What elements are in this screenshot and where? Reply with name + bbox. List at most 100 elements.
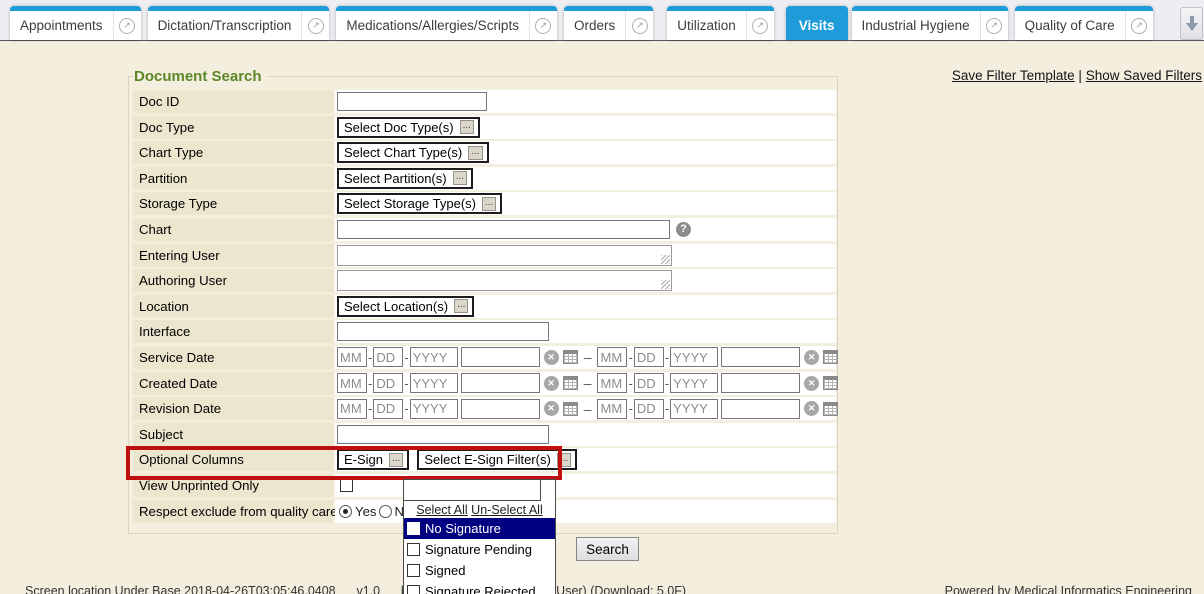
tab-scroll-down-button[interactable] <box>1180 7 1203 40</box>
range-separator: – <box>584 401 592 417</box>
clear-icon[interactable]: ✕ <box>544 401 559 416</box>
tab-popup-button[interactable]: ↗ <box>1125 11 1153 40</box>
view-unprinted-only-checkbox[interactable] <box>340 479 353 492</box>
option-checkbox[interactable] <box>407 564 420 577</box>
search-button[interactable]: Search <box>576 537 639 561</box>
revision-date-from-input[interactable] <box>461 399 540 419</box>
calendar-icon[interactable] <box>563 350 578 364</box>
date-separator: - <box>628 376 632 391</box>
row-entering-user: Entering User <box>133 244 837 267</box>
field-label: Partition <box>133 167 333 190</box>
created-date-from-year-input[interactable] <box>410 373 458 393</box>
tab-popup-button[interactable]: ↗ <box>113 11 141 40</box>
select-chart-type-button[interactable]: Select Chart Type(s) ... <box>337 142 489 163</box>
tab-appointments[interactable]: Appointments ↗ <box>10 6 141 40</box>
calendar-icon[interactable] <box>823 376 838 390</box>
date-separator: - <box>628 401 632 416</box>
tab-quality-of-care[interactable]: Quality of Care ↗ <box>1015 6 1153 40</box>
service-date-to-input[interactable] <box>721 347 800 367</box>
option-label: Signature Pending <box>425 542 532 557</box>
tab-industrial-hygiene[interactable]: Industrial Hygiene ↗ <box>852 6 1008 40</box>
created-date-from-month-input[interactable] <box>337 373 367 393</box>
esign-button[interactable]: E-Sign ... <box>337 449 409 470</box>
option-checkbox[interactable] <box>407 522 420 535</box>
dropdown-option-signature-rejected[interactable]: Signature Rejected <box>404 581 555 594</box>
field-label: Entering User <box>133 244 333 267</box>
service-date-to-day-input[interactable] <box>634 347 664 367</box>
revision-date-to-day-input[interactable] <box>634 399 664 419</box>
tab-visits-active[interactable]: Visits <box>786 6 848 40</box>
service-date-from-input[interactable] <box>461 347 540 367</box>
option-checkbox[interactable] <box>407 585 420 594</box>
service-date-from-year-input[interactable] <box>410 347 458 367</box>
select-esign-filter-button[interactable]: Select E-Sign Filter(s) ... <box>417 449 577 470</box>
help-icon[interactable]: ? <box>676 222 691 237</box>
service-date-from-month-input[interactable] <box>337 347 367 367</box>
clear-icon[interactable]: ✕ <box>804 350 819 365</box>
row-chart-type: Chart Type Select Chart Type(s) ... <box>133 141 837 164</box>
tab-popup-button[interactable]: ↗ <box>625 11 653 40</box>
revision-date-from-month-input[interactable] <box>337 399 367 419</box>
filter-links: Save Filter Template | Show Saved Filter… <box>952 68 1202 83</box>
popup-arrow-icon: ↗ <box>752 18 768 34</box>
option-checkbox[interactable] <box>407 543 420 556</box>
quality-care-yes-radio[interactable] <box>339 505 352 518</box>
dropdown-option-no-signature[interactable]: No Signature <box>404 518 555 539</box>
clear-icon[interactable]: ✕ <box>544 350 559 365</box>
entering-user-textarea[interactable] <box>337 245 672 266</box>
row-chart: Chart ? <box>133 218 837 241</box>
tab-orders[interactable]: Orders ↗ <box>564 6 653 40</box>
revision-date-to-input[interactable] <box>721 399 800 419</box>
revision-date-to-year-input[interactable] <box>670 399 718 419</box>
tab-dictation-transcription[interactable]: Dictation/Transcription ↗ <box>148 6 330 40</box>
created-date-from-day-input[interactable] <box>373 373 403 393</box>
select-location-button[interactable]: Select Location(s) ... <box>337 296 474 317</box>
clear-icon[interactable]: ✕ <box>804 401 819 416</box>
tab-utilization[interactable]: Utilization ↗ <box>667 6 774 40</box>
service-date-to-month-input[interactable] <box>597 347 627 367</box>
revision-date-from-day-input[interactable] <box>373 399 403 419</box>
save-filter-template-link[interactable]: Save Filter Template <box>952 68 1075 83</box>
field-label: Interface <box>133 320 333 343</box>
tab-popup-button[interactable]: ↗ <box>746 11 774 40</box>
service-date-from-day-input[interactable] <box>373 347 403 367</box>
service-date-to-year-input[interactable] <box>670 347 718 367</box>
tab-popup-button[interactable]: ↗ <box>980 11 1008 40</box>
ellipsis-icon: ... <box>460 120 474 134</box>
calendar-icon[interactable] <box>563 376 578 390</box>
dropdown-option-signature-pending[interactable]: Signature Pending <box>404 539 555 560</box>
range-separator: – <box>584 349 592 365</box>
clear-icon[interactable]: ✕ <box>804 376 819 391</box>
created-date-to-day-input[interactable] <box>634 373 664 393</box>
created-date-from-input[interactable] <box>461 373 540 393</box>
select-partition-button[interactable]: Select Partition(s) ... <box>337 168 473 189</box>
authoring-user-textarea[interactable] <box>337 270 672 291</box>
quality-care-no-radio[interactable] <box>379 505 392 518</box>
select-all-link[interactable]: Select All <box>416 503 467 517</box>
popup-arrow-icon: ↗ <box>535 18 551 34</box>
show-saved-filters-link[interactable]: Show Saved Filters <box>1086 68 1202 83</box>
tab-popup-button[interactable]: ↗ <box>301 11 329 40</box>
created-date-to-year-input[interactable] <box>670 373 718 393</box>
created-date-to-input[interactable] <box>721 373 800 393</box>
footer-download-text: (User) (Download: 5.0F) <box>552 584 686 594</box>
select-doc-type-button[interactable]: Select Doc Type(s) ... <box>337 117 480 138</box>
created-date-to-month-input[interactable] <box>597 373 627 393</box>
revision-date-from-year-input[interactable] <box>410 399 458 419</box>
calendar-icon[interactable] <box>563 402 578 416</box>
clear-icon[interactable]: ✕ <box>544 376 559 391</box>
unselect-all-link[interactable]: Un-Select All <box>471 503 543 517</box>
tab-popup-button[interactable]: ↗ <box>529 11 557 40</box>
ellipsis-icon: ... <box>468 146 482 160</box>
chart-input[interactable] <box>337 220 670 239</box>
interface-input[interactable] <box>337 322 549 341</box>
doc-id-input[interactable] <box>337 92 487 111</box>
esign-filter-search-box[interactable] <box>404 480 541 501</box>
select-storage-type-button[interactable]: Select Storage Type(s) ... <box>337 193 502 214</box>
calendar-icon[interactable] <box>823 350 838 364</box>
subject-input[interactable] <box>337 425 549 444</box>
calendar-icon[interactable] <box>823 402 838 416</box>
revision-date-to-month-input[interactable] <box>597 399 627 419</box>
tab-medications-allergies-scripts[interactable]: Medications/Allergies/Scripts ↗ <box>336 6 557 40</box>
dropdown-option-signed[interactable]: Signed <box>404 560 555 581</box>
